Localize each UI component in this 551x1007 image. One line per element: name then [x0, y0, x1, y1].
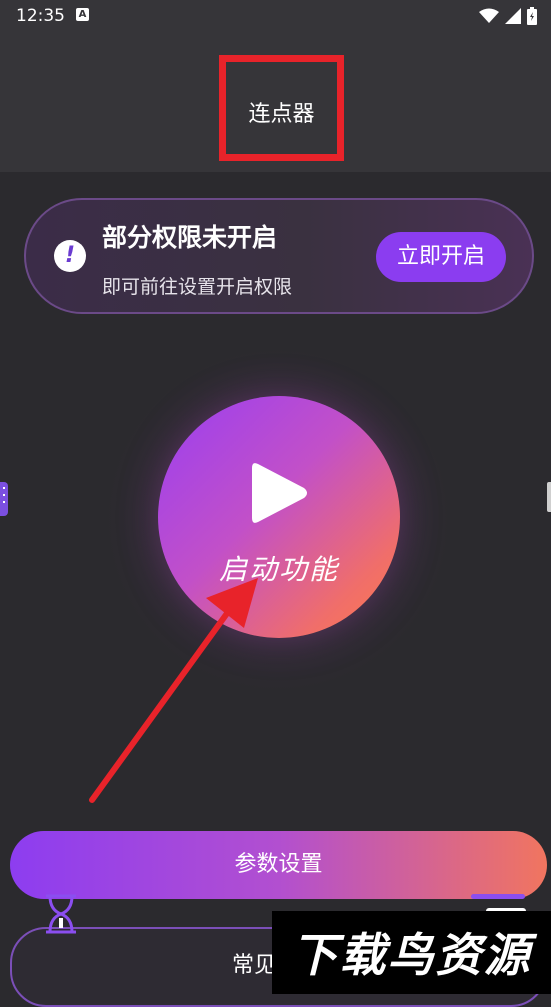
params-settings-button[interactable]: 参数设置 [10, 831, 547, 899]
purple-indicator [471, 894, 525, 899]
hourglass-icon [46, 894, 76, 934]
faq-label: 常见 [232, 953, 277, 978]
watermark: 下载鸟资源 [272, 911, 551, 994]
watermark-text: 下载鸟资源 [291, 928, 532, 982]
